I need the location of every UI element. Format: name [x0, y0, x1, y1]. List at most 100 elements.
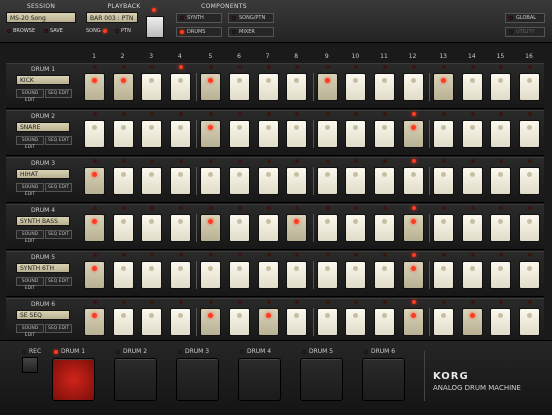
step-pad[interactable]	[84, 120, 105, 148]
play-button[interactable]	[146, 16, 164, 38]
step-pad[interactable]	[519, 167, 540, 195]
step-pad[interactable]	[433, 214, 455, 242]
step-pad[interactable]	[519, 73, 540, 101]
step-pad[interactable]	[402, 214, 424, 242]
step-pad[interactable]	[316, 120, 338, 148]
step-pad[interactable]	[402, 120, 424, 148]
step-pad[interactable]	[345, 73, 367, 101]
step-pad[interactable]	[286, 120, 308, 148]
seq-edit-button[interactable]: SEQ EDIT	[45, 324, 72, 333]
step-pad[interactable]	[257, 73, 279, 101]
step-pad[interactable]	[229, 261, 250, 289]
step-pad[interactable]	[345, 214, 367, 242]
step-pad[interactable]	[84, 73, 105, 101]
sound-edit-button[interactable]: SOUND EDIT	[16, 230, 44, 244]
step-pad[interactable]	[169, 120, 191, 148]
step-pad[interactable]	[374, 120, 395, 148]
ptn-mode-button[interactable]: PTN	[115, 28, 131, 34]
step-pad[interactable]	[374, 308, 395, 336]
step-pad[interactable]	[286, 73, 308, 101]
step-pad[interactable]	[490, 120, 512, 148]
step-pad[interactable]	[316, 261, 338, 289]
step-pad[interactable]	[200, 261, 222, 289]
step-pad[interactable]	[229, 214, 250, 242]
step-pad[interactable]	[200, 308, 222, 336]
step-pad[interactable]	[374, 261, 395, 289]
step-pad[interactable]	[169, 261, 191, 289]
step-pad[interactable]	[112, 73, 134, 101]
step-pad[interactable]	[286, 308, 308, 336]
seq-edit-button[interactable]: SEQ EDIT	[45, 136, 72, 145]
drum-pad[interactable]	[238, 358, 281, 401]
step-pad[interactable]	[316, 167, 338, 195]
step-pad[interactable]	[519, 120, 540, 148]
step-pad[interactable]	[490, 73, 512, 101]
step-pad[interactable]	[461, 73, 483, 101]
seq-edit-button[interactable]: SEQ EDIT	[45, 89, 72, 98]
step-pad[interactable]	[257, 214, 279, 242]
rec-button[interactable]	[22, 357, 38, 373]
drum-name-display[interactable]: SE SEQ	[16, 310, 70, 320]
step-pad[interactable]	[229, 167, 250, 195]
step-pad[interactable]	[229, 120, 250, 148]
step-pad[interactable]	[141, 73, 163, 101]
browse-button[interactable]: BROWSE	[7, 28, 35, 34]
step-pad[interactable]	[112, 120, 134, 148]
step-pad[interactable]	[286, 261, 308, 289]
step-pad[interactable]	[286, 214, 308, 242]
global-button[interactable]: GLOBAL	[505, 13, 545, 23]
step-pad[interactable]	[519, 261, 540, 289]
save-button[interactable]: SAVE	[44, 28, 63, 34]
sound-edit-button[interactable]: SOUND EDIT	[16, 89, 44, 103]
step-pad[interactable]	[461, 167, 483, 195]
step-pad[interactable]	[433, 261, 455, 289]
synth-button[interactable]: SYNTH	[176, 13, 222, 23]
step-pad[interactable]	[141, 214, 163, 242]
step-pad[interactable]	[169, 308, 191, 336]
step-pad[interactable]	[519, 214, 540, 242]
step-pad[interactable]	[490, 308, 512, 336]
sound-edit-button[interactable]: SOUND EDIT	[16, 136, 44, 150]
step-pad[interactable]	[461, 214, 483, 242]
step-pad[interactable]	[345, 120, 367, 148]
step-pad[interactable]	[374, 214, 395, 242]
step-pad[interactable]	[286, 167, 308, 195]
step-pad[interactable]	[112, 214, 134, 242]
step-pad[interactable]	[433, 308, 455, 336]
step-pad[interactable]	[402, 308, 424, 336]
songptn-button[interactable]: SONG/PTN	[228, 13, 274, 23]
step-pad[interactable]	[490, 167, 512, 195]
step-pad[interactable]	[461, 308, 483, 336]
step-pad[interactable]	[316, 308, 338, 336]
step-pad[interactable]	[200, 73, 222, 101]
step-pad[interactable]	[402, 73, 424, 101]
drum-pad[interactable]	[52, 358, 95, 401]
step-pad[interactable]	[374, 73, 395, 101]
drum-pad[interactable]	[176, 358, 219, 401]
step-pad[interactable]	[257, 120, 279, 148]
step-pad[interactable]	[402, 261, 424, 289]
step-pad[interactable]	[200, 167, 222, 195]
step-pad[interactable]	[316, 214, 338, 242]
song-name-display[interactable]: MS-20 Song	[6, 12, 76, 23]
step-pad[interactable]	[433, 120, 455, 148]
step-pad[interactable]	[200, 214, 222, 242]
step-pad[interactable]	[112, 167, 134, 195]
step-pad[interactable]	[169, 167, 191, 195]
step-pad[interactable]	[345, 308, 367, 336]
step-pad[interactable]	[461, 261, 483, 289]
step-pad[interactable]	[257, 261, 279, 289]
step-pad[interactable]	[433, 167, 455, 195]
sound-edit-button[interactable]: SOUND EDIT	[16, 183, 44, 197]
step-pad[interactable]	[84, 308, 105, 336]
step-pad[interactable]	[200, 120, 222, 148]
step-pad[interactable]	[141, 120, 163, 148]
step-pad[interactable]	[112, 261, 134, 289]
step-pad[interactable]	[84, 167, 105, 195]
step-pad[interactable]	[229, 308, 250, 336]
seq-edit-button[interactable]: SEQ EDIT	[45, 230, 72, 239]
step-pad[interactable]	[345, 261, 367, 289]
step-pad[interactable]	[490, 214, 512, 242]
step-pad[interactable]	[490, 261, 512, 289]
step-pad[interactable]	[229, 73, 250, 101]
